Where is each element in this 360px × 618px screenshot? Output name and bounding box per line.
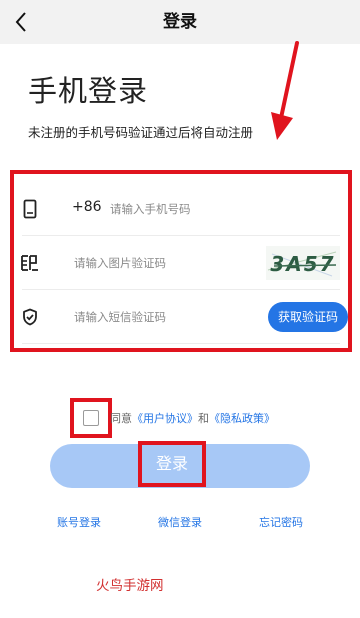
sms-code-input[interactable] — [74, 305, 254, 329]
phone-row: +86 — [14, 182, 348, 236]
agreement-conjunction: 和 — [198, 412, 209, 425]
login-button-label: 登录 — [155, 454, 188, 473]
privacy-policy-link[interactable]: 《隐私政策》 — [209, 412, 275, 425]
captcha-text: 3A57 — [270, 252, 335, 276]
page-title: 手机登录 — [28, 74, 149, 108]
sms-code-row: 获取验证码 — [14, 290, 348, 344]
nav-header: 登录 — [0, 0, 360, 44]
agreement-checkbox[interactable] — [83, 410, 99, 426]
captcha-image[interactable]: 3A57 — [266, 246, 340, 280]
chevron-left-icon — [15, 12, 26, 32]
shield-check-icon — [20, 307, 40, 327]
back-button[interactable] — [6, 6, 36, 38]
user-agreement-link[interactable]: 《用户协议》 — [132, 412, 198, 425]
header-title: 登录 — [163, 12, 197, 32]
divider — [22, 343, 340, 344]
checkbox-highlight — [70, 398, 112, 438]
page-subtitle: 未注册的手机号码验证通过后将自动注册 — [28, 125, 254, 140]
get-code-button[interactable]: 获取验证码 — [268, 302, 348, 332]
agreement-prefix: 同意 — [110, 412, 132, 425]
image-code-input[interactable] — [74, 251, 254, 275]
account-login-link[interactable]: 账号登录 — [57, 514, 101, 530]
phone-input[interactable] — [110, 197, 260, 221]
image-code-row: 3A57 — [14, 236, 348, 290]
agreement-text: 同意《用户协议》和《隐私政策》 — [110, 410, 275, 426]
login-button[interactable]: 登录 — [50, 441, 310, 488]
login-button-highlight: 登录 — [138, 441, 206, 487]
phone-icon — [20, 199, 40, 219]
image-captcha-icon — [20, 253, 40, 273]
watermark: 火鸟手游网 — [96, 578, 164, 594]
country-code[interactable]: +86 — [72, 199, 102, 215]
forgot-password-link[interactable]: 忘记密码 — [259, 514, 303, 530]
wechat-login-link[interactable]: 微信登录 — [158, 514, 202, 530]
annotation-arrow — [271, 41, 299, 140]
login-form-highlight: +86 3A57 — [10, 170, 352, 352]
